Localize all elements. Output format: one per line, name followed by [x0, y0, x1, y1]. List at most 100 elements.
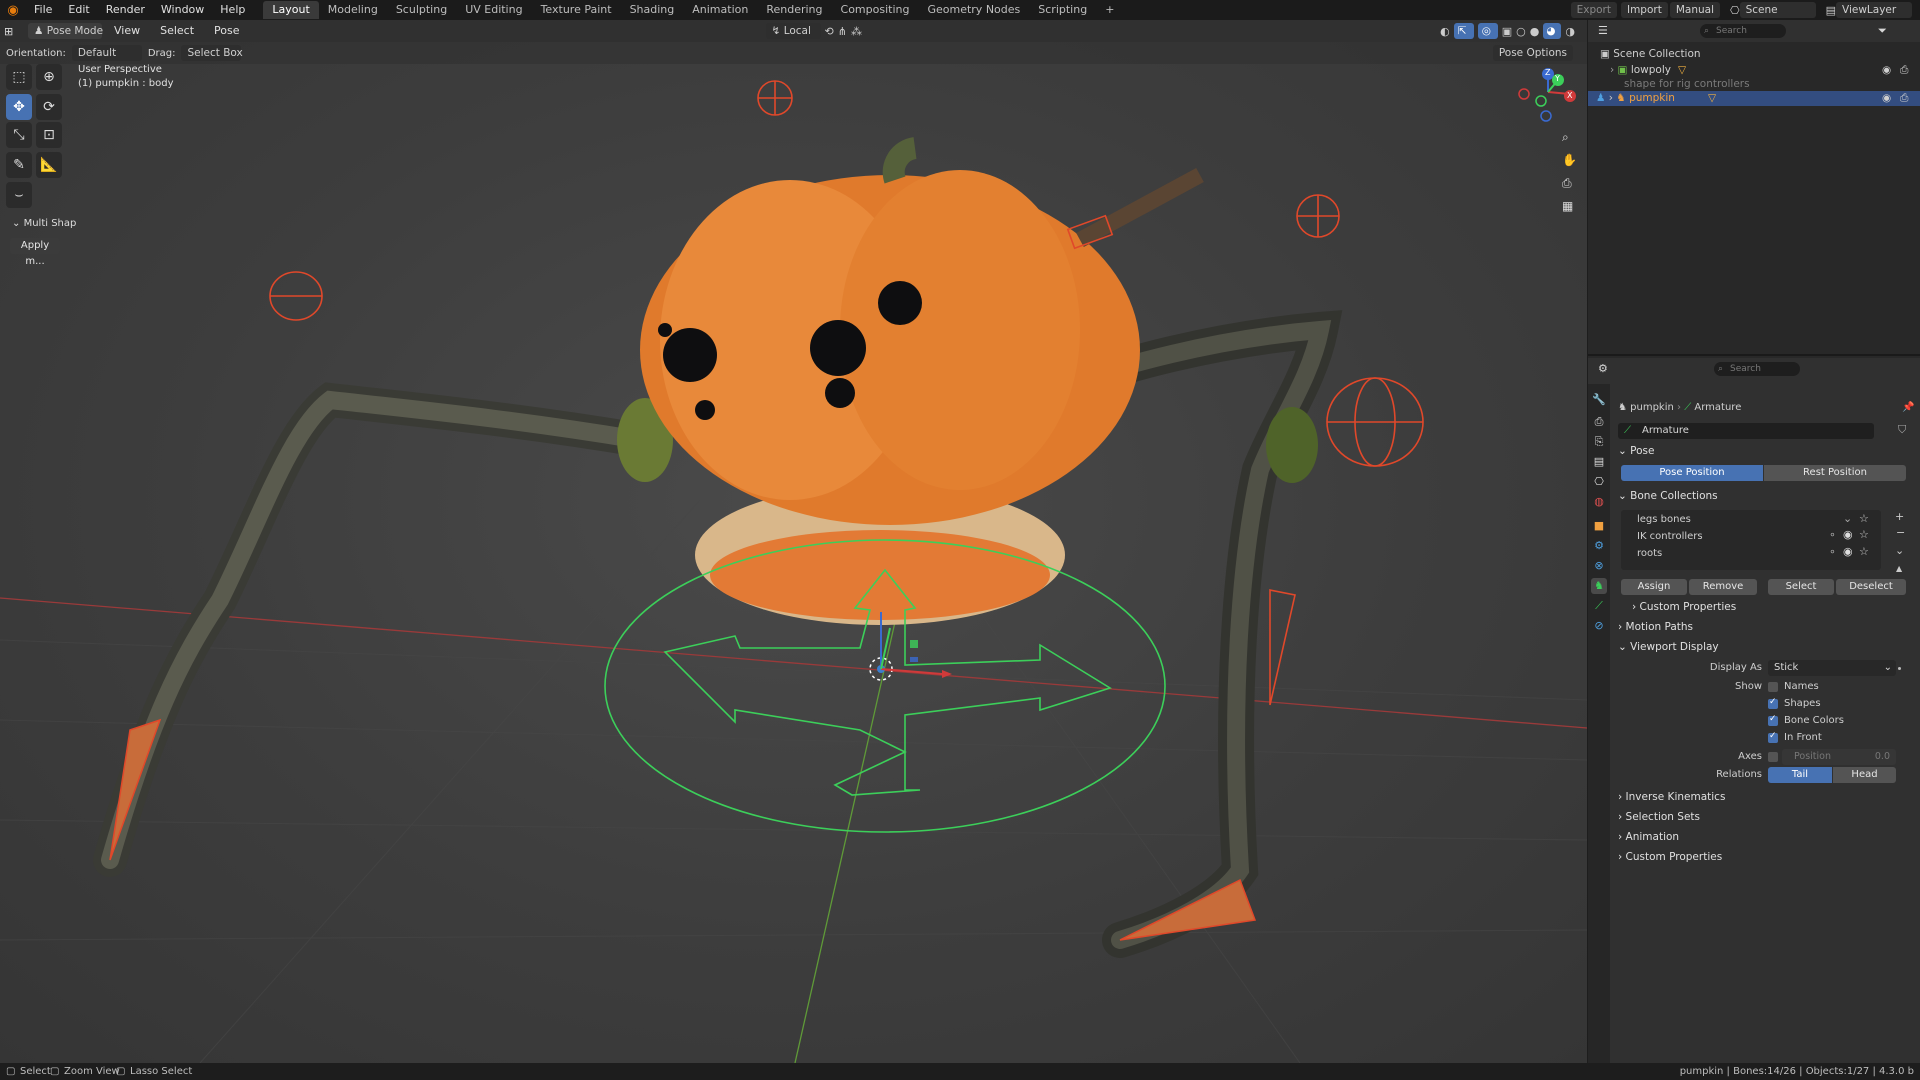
editor-type-icon[interactable]: ⊞ [4, 25, 24, 38]
tab-scripting[interactable]: Scripting [1029, 1, 1096, 19]
properties-editor-icon[interactable]: ⚙ [1598, 362, 1608, 375]
mode-selector[interactable]: ♟ Pose Mode [28, 23, 103, 39]
outliner-scene-collection[interactable]: ▣ Scene Collection [1588, 47, 1920, 62]
shading-solid-icon[interactable]: ● [1530, 25, 1540, 38]
bone-collection-item[interactable]: IK controllers [1637, 529, 1703, 545]
manual-button[interactable]: Manual [1669, 2, 1720, 18]
outliner-item-lowpoly[interactable]: › ▣ lowpoly ▽ ◉ ⎙ [1588, 63, 1920, 78]
view-layer-tab-icon[interactable]: ▤ [1591, 454, 1607, 470]
outliner-item-pumpkin[interactable]: ♟ › ♞ pumpkin ▽ ◉ ⎙ [1588, 91, 1920, 106]
visibility-eye-icon[interactable]: ◉ [1882, 63, 1891, 78]
shading-rendered-icon[interactable]: ◑ [1565, 25, 1575, 38]
multi-shape-panel-header[interactable]: ⌄ Multi Shap [12, 218, 76, 229]
inverse-kinematics-panel-header[interactable]: › Inverse Kinematics [1618, 788, 1725, 806]
tab-geometry-nodes[interactable]: Geometry Nodes [918, 1, 1029, 19]
bone-tab-icon[interactable]: ⟋ [1591, 598, 1607, 614]
tab-rendering[interactable]: Rendering [757, 1, 831, 19]
assign-button[interactable]: Assign [1621, 579, 1687, 595]
nav-gizmo-y-label[interactable]: Y [1555, 74, 1560, 83]
bone-roll-icon[interactable]: ⌣ [6, 182, 32, 208]
pose-options-button[interactable]: Pose Options [1492, 45, 1573, 61]
selection-sets-panel-header[interactable]: › Selection Sets [1618, 808, 1700, 826]
render-camera-icon[interactable]: ⎙ [1900, 63, 1908, 78]
render-camera-icon[interactable]: ⎙ [1900, 91, 1908, 106]
relations-tail-button[interactable]: Tail [1768, 767, 1832, 783]
outliner-search-input[interactable]: ⌕ Search [1700, 24, 1786, 38]
world-tab-icon[interactable]: ◍ [1591, 494, 1607, 510]
properties-search-input[interactable]: ⌕ Search [1714, 362, 1800, 376]
shading-material-icon[interactable]: ◕ [1543, 23, 1562, 39]
camera-icon[interactable]: ⎙ [1562, 176, 1572, 191]
menu-pose[interactable]: Pose [206, 21, 247, 41]
remove-button[interactable]: Remove [1689, 579, 1757, 595]
rest-position-button[interactable]: Rest Position [1764, 465, 1906, 481]
apply-modifier-button[interactable]: Apply m... [10, 238, 60, 267]
scene-icon[interactable]: ⎔ [1730, 4, 1740, 17]
star-icon[interactable]: ☆ [1859, 528, 1869, 541]
pin-icon[interactable]: 📌 [1902, 402, 1914, 413]
shapes-checkbox[interactable] [1768, 697, 1778, 709]
pose-position-button[interactable]: Pose Position [1621, 465, 1763, 481]
view-layer-icon[interactable]: ▤ [1826, 4, 1836, 17]
snap-icon[interactable]: ⋔ [838, 25, 847, 38]
deselect-button[interactable]: Deselect [1836, 579, 1906, 595]
expand-arrow-icon[interactable]: › [1609, 92, 1613, 104]
menu-window[interactable]: Window [153, 0, 212, 20]
3d-viewport[interactable]: User Perspective (1) pumpkin : body Z Y … [0, 42, 1587, 1063]
chevron-down-icon[interactable]: ⌄ [1843, 512, 1852, 525]
in-front-checkbox[interactable] [1768, 731, 1778, 743]
star-icon[interactable]: ☆ [1859, 545, 1869, 558]
tab-modeling[interactable]: Modeling [319, 1, 387, 19]
custom-properties-panel-header[interactable]: › Custom Properties [1618, 848, 1722, 866]
nav-gizmo-z-label[interactable]: Z [1545, 68, 1550, 77]
render-tab-icon[interactable]: ⎙ [1591, 414, 1607, 430]
visibility-eye-icon[interactable]: ◉ [1882, 91, 1891, 106]
fake-user-shield-icon[interactable]: ⛉ [1898, 423, 1906, 437]
relations-head-button[interactable]: Head [1833, 767, 1896, 783]
visibility-icon[interactable]: ◐ [1440, 25, 1450, 38]
shading-wireframe-icon[interactable]: ○ [1516, 25, 1526, 38]
grid-icon[interactable]: ▦ [1562, 199, 1573, 213]
constraints-tab-icon[interactable]: ⊗ [1591, 558, 1607, 574]
rotate-icon[interactable]: ⟳ [36, 94, 62, 120]
scene-selector[interactable]: Scene [1739, 2, 1816, 18]
visibility-eye-icon[interactable]: ◉ [1843, 545, 1853, 558]
export-button[interactable]: Export [1570, 2, 1617, 18]
orientation-dropdown[interactable]: Default [71, 45, 142, 61]
transform-orientation-selector[interactable]: ↯ Local [765, 23, 821, 39]
visibility-eye-icon[interactable]: ◉ [1843, 528, 1853, 541]
blender-logo-icon[interactable]: ◉ [0, 3, 26, 18]
move-icon[interactable]: ✥ [6, 94, 32, 120]
add-icon[interactable]: + [1895, 510, 1904, 523]
scene-tab-icon[interactable]: ⎔ [1591, 474, 1607, 490]
annotate-icon[interactable]: ✎ [6, 152, 32, 178]
motion-paths-panel-header[interactable]: › Motion Paths [1618, 618, 1693, 636]
tab-uv-editing[interactable]: UV Editing [456, 1, 531, 19]
armature-name-field[interactable]: ⟋ Armature [1618, 423, 1874, 439]
output-tab-icon[interactable]: ⎘ [1591, 434, 1607, 450]
import-button[interactable]: Import [1620, 2, 1668, 18]
transform-icon[interactable]: ⊡ [36, 122, 62, 148]
armature-data-tab-icon[interactable]: ♞ [1591, 578, 1607, 594]
tab-texture-paint[interactable]: Texture Paint [532, 1, 621, 19]
animation-panel-header[interactable]: › Animation [1618, 828, 1679, 846]
view-layer-selector[interactable]: ViewLayer [1836, 2, 1912, 18]
chevron-down-icon[interactable]: ⌄ [1895, 544, 1904, 557]
measure-icon[interactable]: 📐 [36, 152, 62, 178]
menu-file[interactable]: File [26, 0, 60, 20]
add-workspace-button[interactable]: + [1096, 1, 1123, 19]
menu-edit[interactable]: Edit [60, 0, 97, 20]
remove-icon[interactable]: − [1896, 526, 1905, 539]
expand-arrow-icon[interactable]: › [1610, 64, 1614, 76]
menu-render[interactable]: Render [98, 0, 153, 20]
bone-constraints-tab-icon[interactable]: ⊘ [1591, 618, 1607, 634]
bone-colors-checkbox[interactable] [1768, 714, 1778, 726]
decorator-dot-icon[interactable] [1898, 660, 1901, 673]
proportional-icon[interactable]: ⁂ [851, 25, 862, 38]
pan-hand-icon[interactable]: ✋ [1562, 153, 1577, 167]
pivot-icon[interactable]: ⟲ [825, 25, 834, 38]
axes-position-field[interactable]: Position 0.0 [1782, 749, 1896, 765]
gizmo-toggle-icon[interactable]: ⇱ [1453, 23, 1474, 39]
tab-animation[interactable]: Animation [683, 1, 757, 19]
tool-tab-icon[interactable]: 🔧 [1591, 392, 1607, 408]
